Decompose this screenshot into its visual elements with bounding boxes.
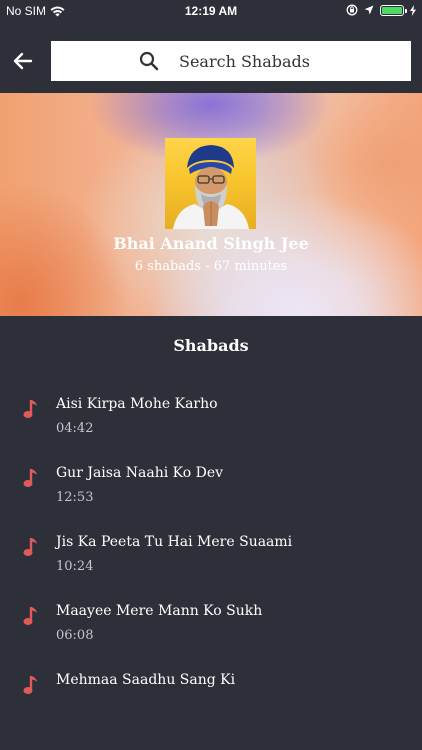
back-button[interactable] — [10, 48, 36, 74]
music-note-icon — [23, 676, 37, 694]
shabad-title: Aisi Kirpa Mohe Karho — [56, 396, 218, 412]
music-note-icon — [23, 607, 37, 625]
battery-icon — [380, 4, 407, 16]
shabad-duration: 04:42 — [56, 421, 94, 436]
music-note-icon — [23, 538, 37, 556]
search-icon — [139, 51, 159, 71]
shabad-duration: 06:08 — [56, 628, 94, 643]
artist-avatar — [165, 138, 256, 229]
search-input[interactable] — [179, 49, 399, 73]
status-right — [346, 4, 416, 16]
battery-cap — [405, 8, 407, 13]
shabad-duration: 12:53 — [56, 490, 94, 505]
shabad-duration: 10:24 — [56, 559, 94, 574]
section-title: Shabads — [173, 336, 249, 355]
shabad-title: Mehmaa Saadhu Sang Ki — [56, 672, 236, 688]
shabad-item[interactable]: Mehmaa Saadhu Sang Ki — [0, 656, 422, 722]
search-bar[interactable] — [51, 41, 411, 81]
shabad-item[interactable]: Maayee Mere Mann Ko Sukh 06:08 — [0, 587, 422, 653]
battery-level — [382, 6, 402, 14]
artist-summary: 6 shabads - 67 minutes — [134, 259, 288, 274]
shabad-item[interactable]: Jis Ka Peeta Tu Hai Mere Suaami 10:24 — [0, 518, 422, 584]
arrow-left-icon — [13, 52, 33, 70]
artist-portrait-image — [173, 145, 249, 229]
charging-icon — [410, 4, 416, 16]
shabad-title: Maayee Mere Mann Ko Sukh — [56, 603, 263, 619]
artist-name: Bhai Anand Singh Jee — [113, 234, 309, 253]
orientation-lock-icon — [346, 4, 358, 16]
location-icon — [364, 5, 374, 15]
shabad-title: Jis Ka Peeta Tu Hai Mere Suaami — [56, 534, 293, 550]
shabad-item[interactable]: Gur Jaisa Naahi Ko Dev 12:53 — [0, 449, 422, 515]
artist-hero: Bhai Anand Singh Jee 6 shabads - 67 minu… — [0, 93, 422, 316]
shabad-item[interactable]: Aisi Kirpa Mohe Karho 04:42 — [0, 380, 422, 446]
shabad-title: Gur Jaisa Naahi Ko Dev — [56, 465, 224, 481]
music-note-icon — [23, 400, 37, 418]
header-bar — [0, 22, 422, 93]
music-note-icon — [23, 469, 37, 487]
status-bar: No SIM 12:19 AM — [0, 0, 422, 22]
